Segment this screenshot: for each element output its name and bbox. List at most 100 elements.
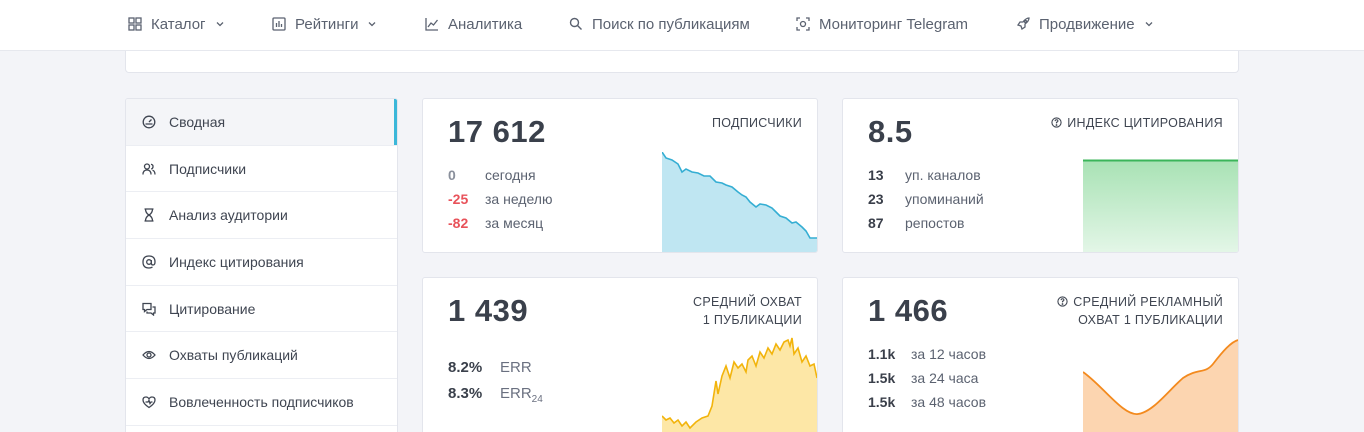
stat-text: за месяц <box>485 215 544 231</box>
subscribers-sparkline <box>662 152 817 252</box>
sidebar-item-label: Сводная <box>169 113 226 130</box>
ad-reach-48h-row: 1.5k за 48 часов <box>868 394 986 410</box>
nav-telegram-monitoring[interactable]: Мониторинг Telegram <box>796 14 968 34</box>
stat-value: 23 <box>868 191 884 207</box>
err-text: ERR <box>500 359 532 376</box>
average-reach-label: СРЕДНИЙ ОХВАТ 1 ПУБЛИКАЦИИ <box>693 293 802 329</box>
nav-catalog-label: Каталог <box>151 15 206 33</box>
average-ad-reach-label-line2: ОХВАТ 1 ПУБЛИКАЦИИ <box>1078 313 1223 327</box>
nav-promotion[interactable]: Продвижение <box>1016 14 1154 34</box>
stat-value: 13 <box>868 167 884 183</box>
dashboard-icon <box>142 115 156 129</box>
chevron-down-icon <box>368 22 376 27</box>
average-ad-reach-label: СРЕДНИЙ РЕКЛАМНЫЙ ОХВАТ 1 ПУБЛИКАЦИИ <box>1057 293 1223 329</box>
channel-header-bottom <box>125 51 1239 73</box>
stat-text: за 12 часов <box>911 346 987 362</box>
nav-analytics-label: Аналитика <box>448 15 523 33</box>
subscribers-week-row: -25 за неделю <box>448 191 552 207</box>
stat-text: сегодня <box>485 167 536 183</box>
engagement-icon <box>142 396 156 409</box>
sidebar-item-label: Вовлеченность подписчиков <box>169 393 354 410</box>
search-icon <box>569 17 582 30</box>
sidebar-item-summary[interactable]: Сводная <box>126 99 397 146</box>
stat-value: 1.5k <box>868 370 896 386</box>
nav-ratings[interactable]: Рейтинги <box>272 14 377 34</box>
sidebar-item-label: Цитирование <box>169 300 256 317</box>
sidebar-item-label: Охваты публикаций <box>169 347 298 364</box>
top-navigation: Каталог Рейтинги Аналитика Поиск по публ… <box>0 0 1364 51</box>
citation-index-label: ИНДЕКС ЦИТИРОВАНИЯ <box>1051 114 1223 132</box>
citation-mentions-row: 23 упоминаний <box>868 191 984 207</box>
subscribers-label: ПОДПИСЧИКИ <box>712 114 802 132</box>
stat-value: -82 <box>448 215 469 231</box>
average-reach-card[interactable]: 1 439 СРЕДНИЙ ОХВАТ 1 ПУБЛИКАЦИИ 8.2% ERR … <box>422 277 818 432</box>
sidebar-item-post-reach[interactable]: Охваты публикаций <box>126 332 397 380</box>
err24-value: 8.3% <box>448 385 483 402</box>
sidebar-item-label: Анализ аудитории <box>169 207 288 224</box>
ad-reach-sparkline <box>1083 339 1238 432</box>
stat-text: уп. каналов <box>905 167 981 183</box>
stat-value: 87 <box>868 215 884 231</box>
chevron-down-icon <box>216 22 223 27</box>
average-reach-label-line2: 1 ПУБЛИКАЦИИ <box>702 313 802 327</box>
nav-promotion-label: Продвижение <box>1039 15 1135 33</box>
at-icon <box>142 255 156 269</box>
citation-index-card[interactable]: 8.5 ИНДЕКС ЦИТИРОВАНИЯ 13 уп. каналов 23 у… <box>842 98 1239 253</box>
ad-reach-12h-row: 1.1k за 12 часов <box>868 346 986 362</box>
nav-analytics[interactable]: Аналитика <box>425 14 522 34</box>
sidebar-menu: Сводная Подписчики Анализ аудитории Инде… <box>125 98 398 432</box>
subscribers-today-row: 0 сегодня <box>448 167 536 183</box>
sidebar-item-audience-analysis[interactable]: Анализ аудитории <box>126 192 397 240</box>
hourglass-icon <box>144 208 154 222</box>
citation-reposts-row: 87 репостов <box>868 215 964 231</box>
stat-value: 1.5k <box>868 394 896 410</box>
citation-sparkline <box>1083 159 1238 252</box>
chevron-down-icon <box>1145 22 1153 27</box>
sidebar-item-citation[interactable]: Цитирование <box>126 286 397 333</box>
grid-icon <box>128 17 142 31</box>
nav-telegram-monitoring-label: Мониторинг Telegram <box>819 15 969 33</box>
help-circle-icon[interactable] <box>1051 117 1062 128</box>
monitor-icon <box>796 17 810 31</box>
reach-sparkline <box>662 337 817 432</box>
stat-text: за неделю <box>485 191 553 207</box>
sidebar-item-label: Подписчики <box>169 160 247 177</box>
err24-row: 8.3% ERR24 <box>448 385 543 405</box>
average-ad-reach-label-line1: СРЕДНИЙ РЕКЛАМНЫЙ <box>1073 295 1223 309</box>
average-ad-reach-card[interactable]: 1 466 СРЕДНИЙ РЕКЛАМНЫЙ ОХВАТ 1 ПУБЛИКАЦИ… <box>842 277 1239 432</box>
citation-channels-row: 13 уп. каналов <box>868 167 981 183</box>
ad-reach-24h-row: 1.5k за 24 часа <box>868 370 978 386</box>
subscribers-month-row: -82 за месяц <box>448 215 543 231</box>
nav-catalog[interactable]: Каталог <box>128 14 225 34</box>
citation-index-label-text: ИНДЕКС ЦИТИРОВАНИЯ <box>1067 116 1223 130</box>
sidebar-item-label: Индекс цитирования <box>169 253 304 270</box>
nav-ratings-label: Рейтинги <box>295 15 359 33</box>
sidebar-item-engagement[interactable]: Вовлеченность подписчиков <box>126 379 397 426</box>
ratings-icon <box>272 17 286 31</box>
sidebar-item-subscribers[interactable]: Подписчики <box>126 146 397 193</box>
stat-text: за 24 часа <box>911 370 979 386</box>
subscribers-card[interactable]: 17 612 ПОДПИСЧИКИ 0 сегодня -25 за неделю … <box>422 98 818 253</box>
average-ad-reach-value: 1 466 <box>868 293 949 328</box>
stat-text: репостов <box>905 215 965 231</box>
analytics-icon <box>425 18 439 31</box>
help-circle-icon[interactable] <box>1057 296 1068 307</box>
nav-search[interactable]: Поиск по публикациям <box>569 14 750 34</box>
stat-text: упоминаний <box>905 191 984 207</box>
err-value: 8.2% <box>448 359 483 376</box>
stat-value: -25 <box>448 191 469 207</box>
sidebar-item-citation-index[interactable]: Индекс цитирования <box>126 239 397 286</box>
stat-text: за 48 часов <box>911 394 987 410</box>
citation-index-value: 8.5 <box>868 114 913 149</box>
nav-search-label: Поиск по публикациям <box>592 15 750 33</box>
subscribers-count: 17 612 <box>448 114 546 149</box>
err-row: 8.2% ERR <box>448 359 532 376</box>
quotes-icon <box>142 302 156 316</box>
stat-value: 1.1k <box>868 346 896 362</box>
rocket-icon <box>1016 17 1030 31</box>
users-icon <box>142 162 156 175</box>
err24-subscript: 24 <box>531 394 543 405</box>
stat-value: 0 <box>448 167 456 183</box>
subscribers-label-text: ПОДПИСЧИКИ <box>711 116 802 130</box>
err24-text: ERR24 <box>500 385 543 405</box>
